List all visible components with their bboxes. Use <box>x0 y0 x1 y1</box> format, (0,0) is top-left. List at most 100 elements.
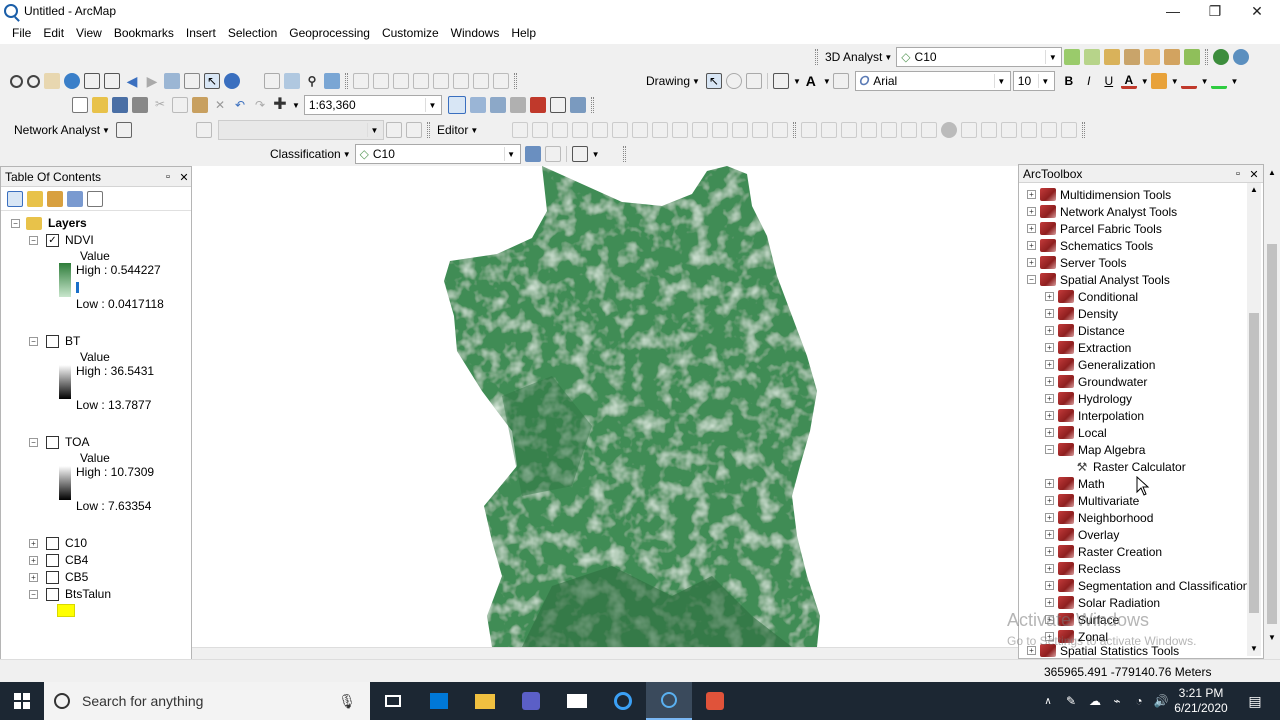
expand-icon[interactable]: + <box>1045 309 1054 318</box>
map-scale-input[interactable]: 1:63,360 ▼ <box>303 95 442 115</box>
classification-layer-select[interactable]: ◇ C10 ▼ <box>354 144 521 164</box>
line-color-dropdown[interactable]: ▼ <box>1199 77 1209 86</box>
bold-button[interactable]: B <box>1061 73 1077 89</box>
line-color-icon[interactable] <box>1180 73 1197 89</box>
list-by-visibility-icon[interactable] <box>47 190 63 207</box>
expand-icon[interactable]: + <box>1045 513 1054 522</box>
toolset-distance[interactable]: + Distance <box>1045 322 1125 339</box>
editor-toolbar-icon[interactable] <box>447 96 466 114</box>
table-of-contents-icon[interactable] <box>469 97 486 113</box>
map-view[interactable] <box>192 166 1018 647</box>
point-icon[interactable] <box>612 122 628 138</box>
expand-icon[interactable]: + <box>1045 343 1054 352</box>
maximize-button[interactable]: ❐ <box>1194 0 1236 22</box>
visibility-checkbox[interactable] <box>46 435 59 449</box>
create-locations-icon[interactable] <box>136 122 152 138</box>
layer-cb5[interactable]: + CB5 <box>29 570 88 584</box>
toolset-multivariate[interactable]: + Multivariate <box>1045 492 1139 509</box>
expand-icon[interactable]: + <box>1045 292 1054 301</box>
cut-icon[interactable]: ✂ <box>152 97 168 113</box>
expand-icon[interactable]: + <box>29 572 38 582</box>
toa-color-ramp[interactable] <box>59 466 71 500</box>
new-document-icon[interactable] <box>72 97 88 113</box>
pan-icon[interactable] <box>44 73 60 89</box>
topology-icon-2[interactable] <box>373 73 389 89</box>
georef-icon-14[interactable] <box>1061 122 1077 138</box>
toolset-conditional[interactable]: + Conditional <box>1045 288 1138 305</box>
italic-button[interactable]: I <box>1081 73 1097 89</box>
open-icon[interactable] <box>92 97 108 113</box>
drawing-menu[interactable]: Drawing ▼ <box>646 74 700 88</box>
toolset-groundwater[interactable]: + Groundwater <box>1045 373 1147 390</box>
tool-raster-calculator[interactable]: ⚒ Raster Calculator <box>1075 458 1186 475</box>
search-window-icon[interactable] <box>509 97 526 113</box>
toolbox-server[interactable]: + Server Tools <box>1027 254 1126 271</box>
close-button[interactable]: ✕ <box>1236 0 1278 22</box>
menu-bookmarks[interactable]: Bookmarks <box>114 26 174 40</box>
collapse-icon[interactable]: − <box>29 336 38 346</box>
expand-icon[interactable]: + <box>1045 394 1054 403</box>
rotate-edit-icon[interactable] <box>712 122 728 138</box>
fixed-zoom-out-icon[interactable] <box>104 73 120 89</box>
html-popup-icon[interactable] <box>264 73 280 89</box>
edge-icon[interactable] <box>600 682 646 720</box>
select-elements-icon[interactable]: ↖ <box>204 73 220 89</box>
scroll-down-arrow[interactable]: ▼ <box>1247 642 1261 656</box>
redo-icon[interactable]: ↷ <box>252 97 268 113</box>
zoom-out-icon[interactable] <box>27 74 40 88</box>
select-drawing-icon[interactable]: ↖ <box>705 73 722 89</box>
clear-selection-icon[interactable] <box>184 73 200 89</box>
expand-icon[interactable]: + <box>1027 190 1036 199</box>
georef-icon-9[interactable] <box>961 122 977 138</box>
contour-icon[interactable] <box>1064 49 1081 65</box>
network-analyst-window-icon[interactable] <box>115 122 132 138</box>
collapse-icon[interactable]: − <box>29 235 38 245</box>
layer-ndvi[interactable]: − ✓ NDVI <box>29 233 94 247</box>
add-data-dropdown[interactable]: ▼ <box>290 101 300 110</box>
power-icon[interactable]: ⌁ <box>1106 682 1128 720</box>
toolset-reclass[interactable]: + Reclass <box>1045 560 1121 577</box>
hyperlink-icon[interactable] <box>244 73 260 89</box>
menu-insert[interactable]: Insert <box>186 26 216 40</box>
topology-icon-5[interactable] <box>433 73 449 89</box>
sketch-properties-icon[interactable] <box>752 122 768 138</box>
expand-icon[interactable]: + <box>1045 377 1054 386</box>
back-icon[interactable]: ◀ <box>124 73 140 89</box>
onedrive-icon[interactable]: ☁ <box>1084 682 1106 720</box>
volume-icon[interactable]: 🔊 <box>1150 682 1172 720</box>
layer-c10[interactable]: + C10 <box>29 536 87 550</box>
expand-icon[interactable]: + <box>29 538 38 548</box>
menu-help[interactable]: Help <box>511 26 536 40</box>
classification-menu[interactable]: Classification ▼ <box>270 147 351 161</box>
scroll-thumb[interactable] <box>1249 313 1259 613</box>
draw-polygon-icon[interactable] <box>571 146 588 162</box>
edit-vertices-tool-icon[interactable] <box>632 122 648 138</box>
topology-icon-6[interactable] <box>453 73 469 89</box>
georef-icon-5[interactable] <box>881 122 897 138</box>
trace-icon[interactable] <box>592 122 608 138</box>
attributes-icon[interactable] <box>732 122 748 138</box>
toolbox-network-analyst[interactable]: + Network Analyst Tools <box>1027 203 1177 220</box>
toolset-math[interactable]: + Math <box>1045 475 1105 492</box>
find-icon[interactable]: ⚲ <box>304 73 320 89</box>
pen-icon[interactable]: ✎ <box>1060 682 1082 720</box>
layer-bt[interactable]: − BT <box>29 334 80 348</box>
auto-hide-icon[interactable]: ▫ <box>1231 167 1245 181</box>
georef-icon-4[interactable] <box>861 122 877 138</box>
line-of-sight-icon[interactable] <box>1104 49 1121 65</box>
bt-color-ramp[interactable] <box>59 365 71 399</box>
editor-menu[interactable]: Editor ▼ <box>437 123 478 137</box>
font-size-select[interactable]: 10 ▼ <box>1012 71 1055 91</box>
topology-icon-1[interactable] <box>353 73 369 89</box>
solve-icon[interactable] <box>176 122 192 138</box>
auto-hide-icon[interactable]: ▫ <box>161 170 175 184</box>
font-select[interactable]: 𝑂 Arial ▼ <box>854 71 1011 91</box>
directions-icon[interactable] <box>195 122 212 138</box>
interpolate-point-icon[interactable] <box>1144 49 1161 65</box>
split-icon[interactable] <box>692 122 708 138</box>
topology-icon-4[interactable] <box>413 73 429 89</box>
model-builder-icon[interactable] <box>569 97 586 113</box>
window-right-scrollbar[interactable]: ▲ ▼ <box>1264 164 1280 659</box>
catalog-icon[interactable] <box>489 97 506 113</box>
reshape-icon[interactable] <box>652 122 668 138</box>
